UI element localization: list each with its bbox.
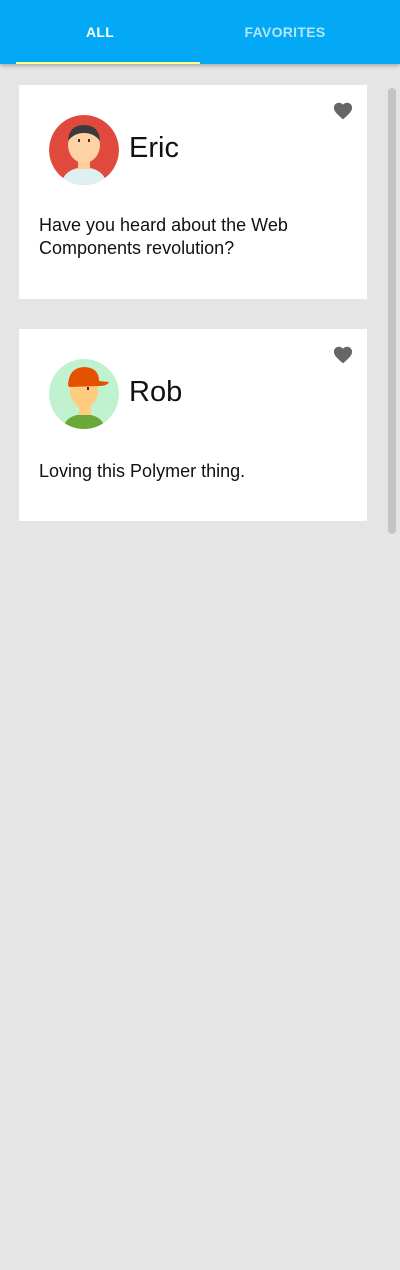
tab-all-label: ALL — [85, 24, 115, 40]
avatar-rob-icon — [49, 359, 119, 429]
tab-selection-indicator — [16, 62, 200, 64]
heart-icon[interactable] — [332, 100, 354, 120]
tab-bar: ALL FAVORITES — [0, 0, 400, 64]
post-card: Eric Have you heard about the Web Compon… — [19, 85, 367, 299]
post-card: Rob Loving this Polymer thing. — [19, 329, 367, 521]
heart-icon[interactable] — [332, 344, 354, 364]
avatar-eric-icon — [49, 115, 119, 185]
tab-favorites-label: FAVORITES — [244, 24, 326, 40]
scrollbar[interactable] — [388, 88, 396, 534]
post-author-name: Eric — [129, 132, 179, 164]
tab-favorites[interactable]: FAVORITES — [185, 0, 385, 64]
tab-all[interactable]: ALL — [0, 0, 200, 64]
post-message: Loving this Polymer thing. — [39, 461, 246, 481]
post-message: Have you heard about the Web Components … — [39, 215, 288, 258]
post-author-name: Rob — [129, 376, 183, 408]
